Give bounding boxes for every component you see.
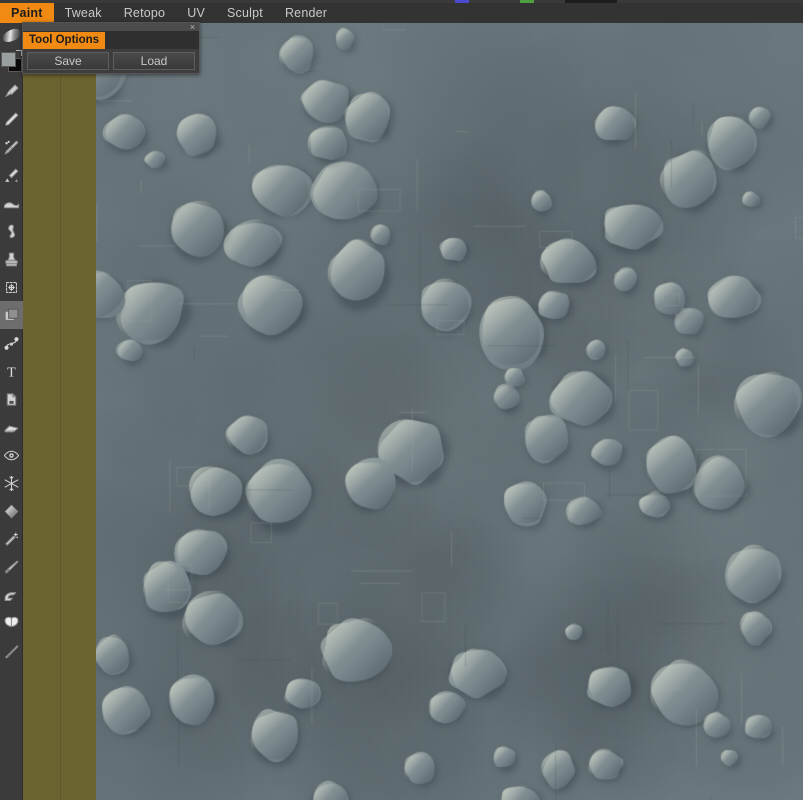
pebble-texture-surface[interactable] [96,23,803,800]
text-tool[interactable]: T [0,357,23,385]
svg-text:T: T [7,364,16,380]
tool-palette: T [0,23,23,800]
blob-brush-tool[interactable] [0,217,23,245]
measure-tool[interactable] [0,637,23,665]
magic-wand-tool[interactable] [0,525,23,553]
panel-title: Tool Options [23,32,106,49]
panel-title-bar[interactable]: × [23,22,199,33]
panel-button-row: Save Load [23,49,199,73]
projection-tool[interactable] [0,385,23,413]
tool-options-panel[interactable]: × Tool Options Save Load [22,22,200,74]
menu-item-uv[interactable]: UV [176,3,216,23]
curve-node-icon [3,335,20,352]
layers-icon [3,307,20,324]
load-button[interactable]: Load [113,52,195,70]
gradient-icon [3,503,20,520]
smudge-tool[interactable] [0,189,23,217]
freeze-tool[interactable] [0,469,23,497]
menu-item-render[interactable]: Render [274,3,338,23]
eraser-icon [3,419,20,436]
butterfly-icon [3,615,20,632]
eye-icon [3,447,20,464]
clone-tool[interactable] [0,581,23,609]
menu-item-tweak[interactable]: Tweak [54,3,113,23]
foreground-color-swatch[interactable] [1,52,16,67]
magic-wand-icon [3,531,20,548]
menu-item-sculpt[interactable]: Sculpt [216,3,274,23]
clone-icon [3,587,20,604]
paint-brush-tool[interactable] [0,77,23,105]
brush-stroke-swatch [0,27,23,44]
menu-item-paint[interactable]: Paint [0,3,54,23]
page-icon [3,391,20,408]
stamp-tool[interactable] [0,245,23,273]
brush-soft-icon [3,167,20,184]
3d-model-viewport[interactable] [96,23,803,800]
airbrush-icon [3,139,20,156]
menu-bar: Paint Tweak Retopo UV Sculpt Render [0,3,803,23]
application-window: Paint Tweak Retopo UV Sculpt Render T × Tool … [0,0,803,800]
brush-stroke-preview[interactable] [0,23,23,49]
curve-tool[interactable] [0,329,23,357]
save-button[interactable]: Save [27,52,109,70]
knife-icon [3,559,20,576]
panel-header-row: Tool Options [23,32,199,49]
airbrush-tool[interactable] [0,133,23,161]
model-side-band [23,23,96,800]
smudge-icon [3,195,20,212]
transform-icon [3,279,20,296]
eraser-tool[interactable] [0,413,23,441]
menu-item-retopo[interactable]: Retopo [113,3,177,23]
snowflake-icon [3,475,20,492]
transform-tool[interactable] [0,273,23,301]
text-icon: T [3,363,20,380]
close-icon[interactable]: × [187,22,198,33]
layers-tool[interactable] [0,301,23,329]
blob-brush-icon [3,223,20,240]
symmetry-tool[interactable] [0,609,23,637]
stamp-icon [3,251,20,268]
visibility-tool[interactable] [0,441,23,469]
soft-brush-tool[interactable] [0,161,23,189]
knife-tool[interactable] [0,553,23,581]
ruler-icon [3,643,20,660]
model-seam-line [60,23,61,800]
pencil-icon [3,111,20,128]
gradient-tool[interactable] [0,497,23,525]
tool-list: T [0,77,23,665]
color-swatch[interactable] [0,49,23,77]
pencil-tool[interactable] [0,105,23,133]
paintbrush-icon [3,83,20,100]
